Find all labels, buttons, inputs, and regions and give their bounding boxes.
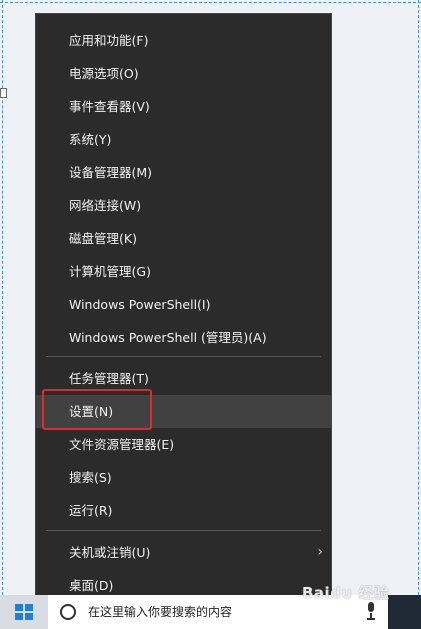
resize-handle (0, 88, 7, 98)
search-placeholder: 在这里输入你要搜索的内容 (88, 605, 233, 619)
menu-item-power-options[interactable]: 电源选项(O) (36, 57, 331, 90)
menu-item-file-explorer[interactable]: 文件资源管理器(E) (36, 428, 331, 461)
selection-dashed-border-right (418, 0, 419, 600)
taskbar-app-button[interactable] (388, 595, 421, 629)
menu-separator (46, 356, 321, 357)
menu-item-run[interactable]: 运行(R) (36, 494, 331, 527)
selection-dashed-border-top (0, 2, 421, 3)
menu-item-search[interactable]: 搜索(S) (36, 461, 331, 494)
menu-item-disk-management[interactable]: 磁盘管理(K) (36, 222, 331, 255)
winx-context-menu: 应用和功能(F) 电源选项(O) 事件查看器(V) 系统(Y) 设备管理器(M)… (35, 13, 332, 608)
start-button[interactable] (0, 595, 48, 629)
menu-item-label: 关机或注销(U) (69, 545, 151, 560)
menu-item-task-manager[interactable]: 任务管理器(T) (36, 362, 331, 395)
cortana-icon (60, 604, 76, 620)
baidu-watermark: Baidu 经验 (302, 584, 390, 602)
menu-item-apps-and-features[interactable]: 应用和功能(F) (36, 24, 331, 57)
microphone-icon[interactable] (366, 602, 376, 620)
menu-item-shutdown-or-signout[interactable]: 关机或注销(U) › (36, 536, 331, 569)
menu-item-powershell-admin[interactable]: Windows PowerShell (管理员)(A) (36, 321, 331, 354)
menu-item-event-viewer[interactable]: 事件查看器(V) (36, 90, 331, 123)
menu-item-settings[interactable]: 设置(N) (36, 395, 331, 428)
windows-logo-icon (15, 604, 33, 621)
chevron-right-icon: › (317, 544, 323, 560)
menu-item-network-connections[interactable]: 网络连接(W) (36, 189, 331, 222)
menu-separator (46, 530, 321, 531)
menu-item-device-manager[interactable]: 设备管理器(M) (36, 156, 331, 189)
menu-item-computer-management[interactable]: 计算机管理(G) (36, 255, 331, 288)
menu-item-system[interactable]: 系统(Y) (36, 123, 331, 156)
menu-item-powershell[interactable]: Windows PowerShell(I) (36, 288, 331, 321)
